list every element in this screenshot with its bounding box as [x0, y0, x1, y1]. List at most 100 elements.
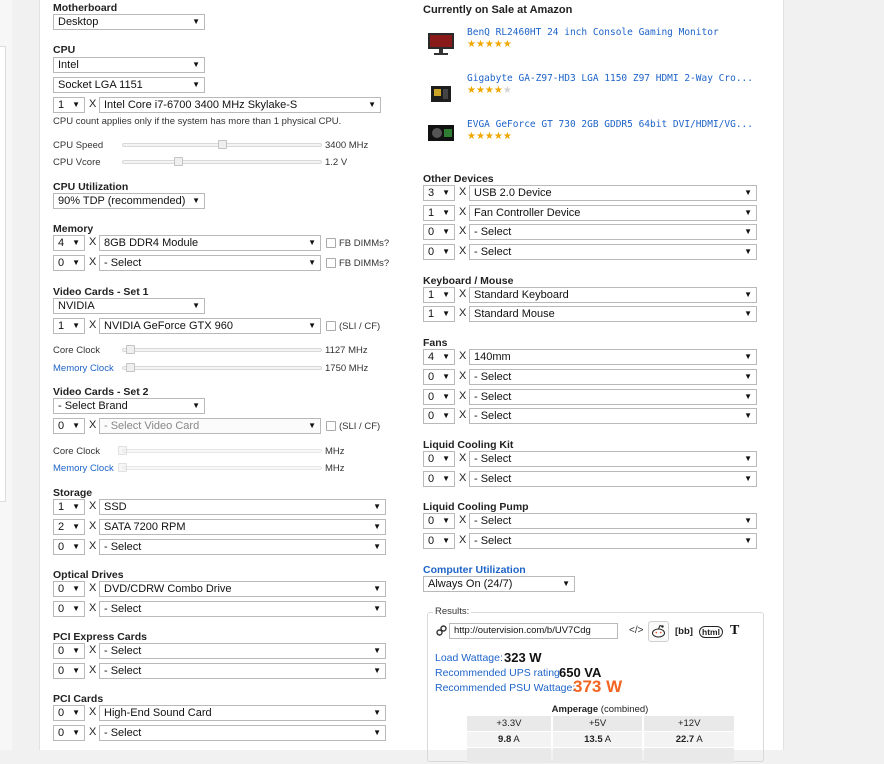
core-clock-slider[interactable]	[122, 449, 322, 453]
other-count-select[interactable]: 3 ▼	[423, 185, 455, 201]
video2-count-select[interactable]: 0 ▼	[53, 418, 85, 434]
cpu-model-select[interactable]: Intel Core i7-6700 3400 MHz Skylake-S ▼	[99, 97, 381, 113]
computer-utilization-select[interactable]: Always On (24/7) ▼	[423, 576, 575, 592]
text-format-button[interactable]: T	[730, 623, 739, 639]
product-link[interactable]: EVGA GeForce GT 730 2GB GDDR5 64bit DVI/…	[467, 119, 753, 130]
storage-type-select[interactable]: SATA 7200 RPM ▼	[99, 519, 386, 535]
sli-checkbox[interactable]	[326, 421, 336, 431]
storage-count-select[interactable]: 2 ▼	[53, 519, 85, 535]
pcie-type-select[interactable]: - Select ▼	[99, 663, 386, 679]
liquid-kit-select[interactable]: - Select ▼	[469, 451, 757, 467]
fan-count-select[interactable]: 0 ▼	[423, 389, 455, 405]
amp-cell: 22.7 A	[644, 732, 734, 747]
memory-count-select[interactable]: 0 ▼	[53, 255, 85, 271]
cpu-vcore-slider[interactable]	[122, 160, 322, 164]
liquid-kit-select[interactable]: - Select ▼	[469, 471, 757, 487]
storage-type-select[interactable]: - Select ▼	[99, 539, 386, 555]
optical-count-select[interactable]: 0 ▼	[53, 601, 85, 617]
liquid-pump-count-select[interactable]: 0 ▼	[423, 513, 455, 529]
liquid-pump-select[interactable]: - Select ▼	[469, 533, 757, 549]
fan-count-select[interactable]: 0 ▼	[423, 408, 455, 424]
other-device-select[interactable]: USB 2.0 Device ▼	[469, 185, 757, 201]
chevron-down-icon: ▼	[442, 516, 450, 525]
core-clock-slider-handle[interactable]	[118, 446, 127, 455]
memory-count-select[interactable]: 4 ▼	[53, 235, 85, 251]
cpu-vcore-slider-handle[interactable]	[174, 157, 183, 166]
optical-type-select[interactable]: DVD/CDRW Combo Drive ▼	[99, 581, 386, 597]
liquid-kit-count-select[interactable]: 0 ▼	[423, 471, 455, 487]
fb-dimms-checkbox[interactable]	[326, 258, 336, 268]
chevron-down-icon: ▼	[744, 309, 752, 318]
mouse-count-select[interactable]: 1 ▼	[423, 306, 455, 322]
other-count-select[interactable]: 1 ▼	[423, 205, 455, 221]
storage-count-select[interactable]: 0 ▼	[53, 539, 85, 555]
pcie-count-select[interactable]: 0 ▼	[53, 663, 85, 679]
memory-clock-slider[interactable]	[122, 366, 322, 370]
core-clock-slider[interactable]	[122, 348, 322, 352]
pci-count-select[interactable]: 0 ▼	[53, 705, 85, 721]
fan-count-select[interactable]: 0 ▼	[423, 369, 455, 385]
reddit-icon[interactable]	[648, 621, 669, 642]
liquid-cooling-kit-label: Liquid Cooling Kit	[423, 439, 514, 451]
other-device-select[interactable]: - Select ▼	[469, 244, 757, 260]
computer-utilization-label[interactable]: Computer Utilization	[423, 564, 526, 576]
memory-clock-slider-handle[interactable]	[118, 463, 127, 472]
pcie-type-select[interactable]: - Select ▼	[99, 643, 386, 659]
embed-code-icon[interactable]: </>	[629, 625, 643, 636]
video1-card-select[interactable]: NVIDIA GeForce GTX 960 ▼	[99, 318, 321, 334]
liquid-pump-count-select[interactable]: 0 ▼	[423, 533, 455, 549]
other-device-select[interactable]: - Select ▼	[469, 224, 757, 240]
fb-dimms-checkbox[interactable]	[326, 238, 336, 248]
graphics-card-thumbnail[interactable]	[427, 120, 455, 146]
storage-type-select[interactable]: SSD ▼	[99, 499, 386, 515]
share-url-input[interactable]: http://outervision.com/b/UV7Cdg	[449, 623, 618, 639]
cpu-speed-slider-handle[interactable]	[218, 140, 227, 149]
memory-clock-link[interactable]: Memory Clock	[53, 463, 114, 474]
other-count-select[interactable]: 0 ▼	[423, 244, 455, 260]
pci-type-select[interactable]: - Select ▼	[99, 725, 386, 741]
link-icon	[436, 625, 447, 636]
chevron-down-icon: ▼	[744, 516, 752, 525]
html-button[interactable]: html	[699, 626, 723, 638]
pci-type-select[interactable]: High-End Sound Card ▼	[99, 705, 386, 721]
fan-size-select[interactable]: - Select ▼	[469, 369, 757, 385]
cpu-utilization-select[interactable]: 90% TDP (recommended) ▼	[53, 193, 205, 209]
core-clock-slider-handle[interactable]	[126, 345, 135, 354]
other-count-select[interactable]: 0 ▼	[423, 224, 455, 240]
product-link[interactable]: BenQ RL2460HT 24 inch Console Gaming Mon…	[467, 27, 719, 38]
fan-size-select[interactable]: 140mm ▼	[469, 349, 757, 365]
video1-count-select[interactable]: 1 ▼	[53, 318, 85, 334]
cpu-socket-select[interactable]: Socket LGA 1151 ▼	[53, 77, 205, 93]
optical-type-select[interactable]: - Select ▼	[99, 601, 386, 617]
pcie-count-select[interactable]: 0 ▼	[53, 643, 85, 659]
memory-module-select[interactable]: - Select ▼	[99, 255, 321, 271]
core-clock-label: Core Clock	[53, 345, 100, 356]
product-link[interactable]: Gigabyte GA-Z97-HD3 LGA 1150 Z97 HDMI 2-…	[467, 73, 753, 84]
monitor-thumbnail[interactable]	[427, 30, 455, 56]
memory-clock-link[interactable]: Memory Clock	[53, 363, 114, 374]
fan-count-select[interactable]: 4 ▼	[423, 349, 455, 365]
cpu-brand-select[interactable]: Intel ▼	[53, 57, 205, 73]
sli-checkbox[interactable]	[326, 321, 336, 331]
memory-clock-slider[interactable]	[122, 466, 322, 470]
memory-clock-slider-handle[interactable]	[126, 363, 135, 372]
video2-brand-select[interactable]: - Select Brand ▼	[53, 398, 205, 414]
keyboard-select[interactable]: Standard Keyboard ▼	[469, 287, 757, 303]
pci-count-select[interactable]: 0 ▼	[53, 725, 85, 741]
optical-count-select[interactable]: 0 ▼	[53, 581, 85, 597]
liquid-pump-select[interactable]: - Select ▼	[469, 513, 757, 529]
video1-brand-select[interactable]: NVIDIA ▼	[53, 298, 205, 314]
fan-size-select[interactable]: - Select ▼	[469, 389, 757, 405]
motherboard-thumbnail[interactable]	[427, 80, 455, 106]
storage-count-select[interactable]: 1 ▼	[53, 499, 85, 515]
cpu-count-select[interactable]: 1 ▼	[53, 97, 85, 113]
liquid-kit-count-select[interactable]: 0 ▼	[423, 451, 455, 467]
memory-module-select[interactable]: 8GB DDR4 Module ▼	[99, 235, 321, 251]
motherboard-select[interactable]: Desktop ▼	[53, 14, 205, 30]
keyboard-count-select[interactable]: 1 ▼	[423, 287, 455, 303]
other-device-select[interactable]: Fan Controller Device ▼	[469, 205, 757, 221]
mouse-select[interactable]: Standard Mouse ▼	[469, 306, 757, 322]
bbcode-button[interactable]: [bb]	[675, 626, 693, 637]
fan-size-select[interactable]: - Select ▼	[469, 408, 757, 424]
video2-card-select[interactable]: - Select Video Card ▼	[99, 418, 321, 434]
